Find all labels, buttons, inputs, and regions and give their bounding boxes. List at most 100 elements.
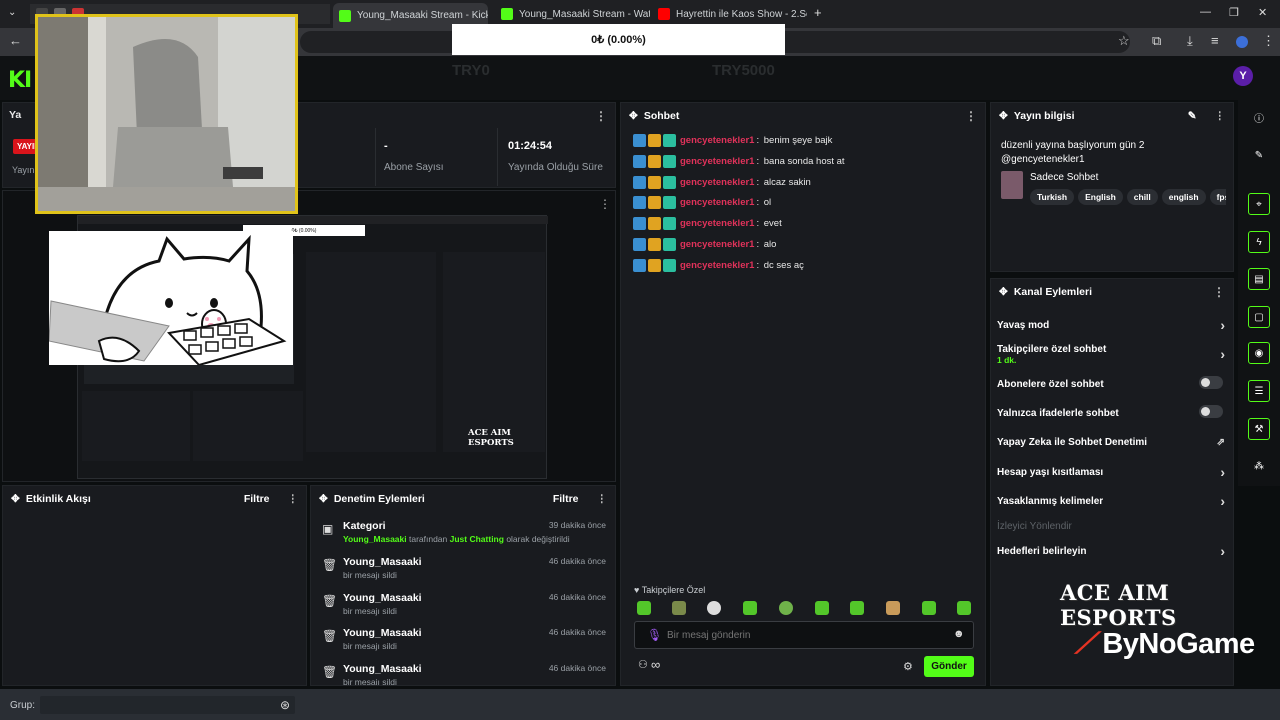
stream-info-drag-icon[interactable]: ✥ [999, 110, 1008, 122]
chat-username[interactable]: gencyetenekler1 [680, 260, 754, 271]
og-badge-icon [663, 258, 676, 272]
activity-drag-icon[interactable]: ✥ [11, 493, 20, 505]
subscribers-only-toggle[interactable] [1199, 376, 1223, 389]
chat-username[interactable]: gencyetenekler1 [680, 177, 754, 188]
log-title[interactable]: Young_Masaaki [343, 556, 422, 568]
ai-moderation-row[interactable]: Yapay Zeka ile Sohbet Denetimi ⇗ [997, 437, 1227, 448]
tag-chip[interactable]: Turkish [1030, 189, 1075, 205]
chat-username[interactable]: gencyetenekler1 [680, 156, 754, 167]
followers-only-row[interactable]: Takipçilere özel sohbet 1 dk. › [997, 344, 1227, 366]
group-settings-icon[interactable]: ⊛ [280, 698, 290, 712]
download-icon[interactable]: ⤓ [1187, 33, 1193, 49]
log-user[interactable]: Young_Masaaki [343, 534, 407, 544]
emote-icon[interactable] [743, 601, 757, 615]
activity-filter-button[interactable]: Filtre [244, 493, 270, 505]
kebab-menu-icon[interactable]: ⋮ [965, 109, 977, 123]
emote-icon[interactable] [707, 601, 721, 615]
tag-chip[interactable]: fps [1209, 189, 1226, 205]
kebab-menu-icon[interactable]: ⋮ [595, 109, 607, 123]
new-tab-button[interactable]: + [814, 5, 822, 20]
kebab-menu-icon[interactable]: ⋮ [599, 197, 611, 211]
tag-chip[interactable]: chill [1126, 189, 1158, 205]
chat-message[interactable]: gencyetenekler1: evet [633, 216, 782, 230]
chat-tool-icon[interactable]: ▢ [1248, 306, 1270, 328]
profile-avatar[interactable] [1236, 36, 1248, 48]
chat-input-box[interactable]: 🎙 ☻ [634, 621, 974, 649]
chat-username[interactable]: gencyetenekler1 [680, 218, 754, 229]
log-title[interactable]: Young_Masaaki [343, 663, 422, 675]
channel-actions-drag-icon[interactable]: ✥ [999, 286, 1008, 298]
mod-actions-filter-button[interactable]: Filtre [553, 493, 579, 505]
list-tool-icon[interactable]: ☰ [1248, 380, 1270, 402]
flash-tool-icon[interactable]: ϟ [1248, 231, 1270, 253]
edit-pencil-icon[interactable]: ✎ [1188, 110, 1197, 122]
emote-icon[interactable] [637, 601, 651, 615]
tag-chip[interactable]: English [1078, 189, 1123, 205]
emote-icon[interactable] [922, 601, 936, 615]
emote-icon[interactable] [957, 601, 971, 615]
chat-username[interactable]: gencyetenekler1 [680, 135, 754, 146]
chat-message[interactable]: gencyetenekler1: alo [633, 237, 776, 251]
users-icon[interactable]: ⚇ [638, 658, 648, 671]
chat-username[interactable]: gencyetenekler1 [680, 197, 754, 208]
ca-label: Takipçilere özel sohbet [997, 344, 1107, 355]
emote-only-toggle[interactable] [1199, 405, 1223, 418]
pencil-icon[interactable]: ✎ [1248, 144, 1270, 166]
chat-message[interactable]: gencyetenekler1: bana sonda host at [633, 154, 845, 168]
kebab-menu-icon[interactable]: ⋮ [1213, 285, 1225, 299]
emoji-icon[interactable]: ☻ [953, 628, 965, 640]
stream-info-title: Yayın bilgisi [1013, 110, 1075, 122]
info-icon[interactable]: ⓘ [1248, 106, 1270, 128]
playlist-icon[interactable]: ≡ [1211, 33, 1219, 48]
tag-chip[interactable]: english [1161, 189, 1206, 205]
chat-message[interactable]: gencyetenekler1: alcaz sakin [633, 175, 811, 189]
kick-logo[interactable]: KI [8, 68, 32, 93]
emote-icon[interactable] [672, 601, 686, 615]
banned-words-row[interactable]: Yasaklanmış kelimeler › [997, 493, 1227, 509]
maximize-icon[interactable]: ❐ [1229, 6, 1239, 19]
category-thumbnail[interactable] [1001, 171, 1023, 199]
chat-message[interactable]: gencyetenekler1: benim şeye bajk [633, 133, 832, 147]
chat-message[interactable]: gencyetenekler1: ol [633, 195, 771, 209]
extensions-icon[interactable]: ⧉ [1152, 33, 1161, 49]
log-title[interactable]: Young_Masaaki [343, 592, 422, 604]
kebab-menu-icon[interactable]: ⋮ [1215, 110, 1226, 122]
send-button[interactable]: Gönder [924, 656, 974, 677]
poll-tool-icon[interactable]: ▤ [1248, 268, 1270, 290]
stream-category[interactable]: Sadece Sohbet [1030, 172, 1098, 183]
chat-input[interactable] [667, 628, 937, 642]
mic-icon[interactable]: 🎙 [647, 628, 662, 642]
chat-drag-icon[interactable]: ✥ [629, 110, 638, 122]
broadcast-tool-icon[interactable]: ◉ [1248, 342, 1270, 364]
group-input[interactable] [40, 696, 295, 714]
apps-icon[interactable]: ⁂ [1248, 455, 1270, 477]
minimize-icon[interactable]: — [1200, 6, 1211, 18]
infinity-icon[interactable]: ∞ [651, 657, 660, 672]
log-title[interactable]: Young_Masaaki [343, 627, 422, 639]
settings-gear-icon[interactable]: ⚙ [903, 660, 913, 673]
mod-actions-drag-icon[interactable]: ✥ [319, 493, 328, 505]
close-window-icon[interactable]: ✕ [1258, 6, 1267, 19]
account-age-row[interactable]: Hesap yaşı kısıtlaması › [997, 464, 1227, 480]
tab-search-icon[interactable]: ⌄ [8, 7, 16, 18]
moderator-badge-icon [633, 237, 646, 251]
emote-icon[interactable] [815, 601, 829, 615]
tab-kick-watch[interactable]: Young_Masaaki Stream - Wat... × [495, 4, 650, 24]
bookmark-star-icon[interactable]: ☆ [1118, 33, 1130, 49]
user-avatar[interactable]: Y [1233, 66, 1253, 86]
chat-message[interactable]: gencyetenekler1: dc ses aç [633, 258, 804, 272]
slow-mode-row[interactable]: Yavaş mod › [997, 317, 1227, 333]
back-icon[interactable]: ← [9, 33, 22, 48]
kebab-menu-icon[interactable]: ⋮ [288, 493, 299, 505]
tab-youtube[interactable]: Hayrettin ile Kaos Show - 2.Se × [652, 4, 807, 24]
set-goals-row[interactable]: Hedefleri belirleyin › [997, 543, 1227, 559]
emote-icon[interactable] [850, 601, 864, 615]
emote-icon[interactable] [779, 601, 793, 615]
chat-username[interactable]: gencyetenekler1 [680, 239, 754, 250]
wrench-tool-icon[interactable]: ⚒ [1248, 418, 1270, 440]
log-category[interactable]: Just Chatting [450, 534, 504, 544]
kebab-menu-icon[interactable]: ⋮ [597, 493, 608, 505]
emote-icon[interactable] [886, 601, 900, 615]
menu-icon[interactable]: ⋮ [1262, 33, 1275, 49]
clip-tool-icon[interactable]: ⌖ [1248, 193, 1270, 215]
